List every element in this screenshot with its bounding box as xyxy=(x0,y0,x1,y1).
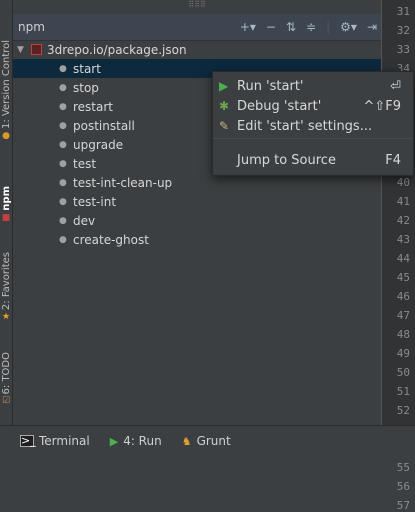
script-context-menu: ▶ Run 'start' ⏎ ✱ Debug 'start' ^⇧F9 ✎ E… xyxy=(212,71,414,176)
line-number: 33 xyxy=(396,43,410,56)
tree-item-dev[interactable]: ● dev xyxy=(13,211,381,230)
script-label: dev xyxy=(73,213,96,228)
menu-item-jump-label: Jump to Source xyxy=(237,152,336,168)
tab-run[interactable]: ▶ 4: Run xyxy=(110,434,162,448)
menu-item-edit-settings[interactable]: ✎ Edit 'start' settings... xyxy=(213,116,413,136)
play-icon: ▶ xyxy=(219,79,229,93)
tree-root-label: 3drepo.io/package.json xyxy=(47,42,187,57)
line-number: 41 xyxy=(396,195,410,208)
line-number: 45 xyxy=(396,271,410,284)
remove-icon[interactable]: − xyxy=(266,20,276,34)
edit-settings-icon: ✎ xyxy=(219,119,230,133)
menu-item-edit-label: Edit 'start' settings... xyxy=(237,118,373,134)
panel-title: npm xyxy=(18,20,45,34)
tab-run-label: 4: Run xyxy=(123,434,162,448)
script-label: create-ghost xyxy=(73,232,149,247)
bullet-icon: ● xyxy=(59,177,67,188)
tab-npm[interactable]: npm ■ xyxy=(0,186,14,223)
tree-root-package-json[interactable]: ▼ 3drepo.io/package.json xyxy=(13,40,381,59)
script-label: restart xyxy=(73,99,114,114)
tab-grunt-label: Grunt xyxy=(196,434,231,448)
line-number: 46 xyxy=(396,290,410,303)
line-number: 51 xyxy=(396,385,410,398)
editor-gutter: 31 32 33 34 35 36 37 38 39 40 41 42 43 4… xyxy=(381,0,415,512)
script-label: test-int-clean-up xyxy=(73,175,173,190)
tab-favorites-label: 2: Favorites xyxy=(0,252,12,311)
menu-item-jump-to-source[interactable]: Jump to Source F4 xyxy=(213,150,413,170)
chevron-down-icon[interactable]: ▼ xyxy=(17,45,31,55)
script-label: test-int xyxy=(73,194,117,209)
panel-toolbar: +▾ − ⇅ ≑ | ⚙▾ ⇥ xyxy=(240,14,377,40)
line-number: 40 xyxy=(396,176,410,189)
bullet-icon: ● xyxy=(59,196,67,207)
menu-item-debug-label: Debug 'start' xyxy=(237,98,322,114)
collapse-icon[interactable]: ⇅ xyxy=(286,20,296,34)
line-number: 50 xyxy=(396,366,410,379)
bullet-icon: ● xyxy=(59,82,67,93)
menu-item-run[interactable]: ▶ Run 'start' ⏎ xyxy=(213,76,413,96)
terminal-icon: >_ xyxy=(20,434,36,447)
script-label: stop xyxy=(73,80,99,95)
tab-favorites[interactable]: 2: Favorites ★ xyxy=(0,252,14,322)
settings-icon[interactable]: ⚙▾ xyxy=(340,20,357,34)
tab-todo-label: 6: TODO xyxy=(0,352,12,395)
star-icon: ★ xyxy=(1,312,11,323)
tab-grunt[interactable]: ♞ Grunt xyxy=(182,434,231,448)
script-label: postinstall xyxy=(73,118,135,133)
version-control-icon: ● xyxy=(2,131,10,142)
npm-icon: ■ xyxy=(1,212,11,223)
line-number: 42 xyxy=(396,214,410,227)
tree-item-create-ghost[interactable]: ● create-ghost xyxy=(13,230,381,249)
bottom-tool-bar: >_ Terminal ▶ 4: Run ♞ Grunt xyxy=(0,425,415,456)
tab-terminal[interactable]: >_ Terminal xyxy=(20,434,90,448)
line-number: 43 xyxy=(396,233,410,246)
tab-npm-label: npm xyxy=(0,186,12,211)
menu-divider xyxy=(213,138,413,139)
bullet-icon: ● xyxy=(59,158,67,169)
menu-item-jump-shortcut: F4 xyxy=(385,152,401,168)
menu-item-debug-shortcut: ^⇧F9 xyxy=(363,98,401,114)
line-number: 55 xyxy=(396,461,410,474)
toolbar-divider: | xyxy=(326,20,331,34)
line-number: 32 xyxy=(396,24,410,37)
line-number: 47 xyxy=(396,309,410,322)
hide-icon[interactable]: ⇥ xyxy=(367,20,377,34)
npm-tool-window: ⠿⠿⠿ npm +▾ − ⇅ ≑ | ⚙▾ ⇥ ▼ 3drepo.io/pack… xyxy=(13,0,381,425)
todo-icon: ☑ xyxy=(1,396,11,407)
tab-version-control-label: 1: Version Control xyxy=(0,40,12,130)
line-number: 48 xyxy=(396,328,410,341)
menu-item-run-shortcut: ⏎ xyxy=(390,78,401,94)
bullet-icon: ● xyxy=(59,101,67,112)
tab-todo[interactable]: 6: TODO ☑ xyxy=(0,352,14,406)
package-json-icon xyxy=(31,44,42,55)
add-icon[interactable]: +▾ xyxy=(240,20,256,34)
line-number: 56 xyxy=(396,480,410,493)
bullet-icon: ● xyxy=(59,63,67,74)
script-label: start xyxy=(73,61,101,76)
expand-icon[interactable]: ≑ xyxy=(306,20,316,34)
line-number: 57 xyxy=(396,499,410,512)
menu-item-run-label: Run 'start' xyxy=(237,78,304,94)
script-label: upgrade xyxy=(73,137,124,152)
panel-drag-handle[interactable]: ⠿⠿⠿ xyxy=(13,0,381,14)
line-number: 44 xyxy=(396,252,410,265)
bullet-icon: ● xyxy=(59,139,67,150)
left-tool-strip: 1: Version Control ● npm ■ 2: Favorites … xyxy=(0,0,13,425)
grunt-icon: ♞ xyxy=(181,434,192,448)
tree-item-test-int[interactable]: ● test-int xyxy=(13,192,381,211)
tab-terminal-label: Terminal xyxy=(39,434,90,448)
tab-version-control[interactable]: 1: Version Control ● xyxy=(0,40,14,141)
line-number: 52 xyxy=(396,404,410,417)
bullet-icon: ● xyxy=(59,234,67,245)
debug-bug-icon: ✱ xyxy=(219,99,230,113)
line-number: 49 xyxy=(396,347,410,360)
script-label: test xyxy=(73,156,97,171)
panel-header: npm +▾ − ⇅ ≑ | ⚙▾ ⇥ xyxy=(13,14,381,41)
line-number: 31 xyxy=(396,5,410,18)
menu-item-debug[interactable]: ✱ Debug 'start' ^⇧F9 xyxy=(213,96,413,116)
bullet-icon: ● xyxy=(59,120,67,131)
run-play-icon: ▶ xyxy=(109,434,119,448)
bullet-icon: ● xyxy=(59,215,67,226)
